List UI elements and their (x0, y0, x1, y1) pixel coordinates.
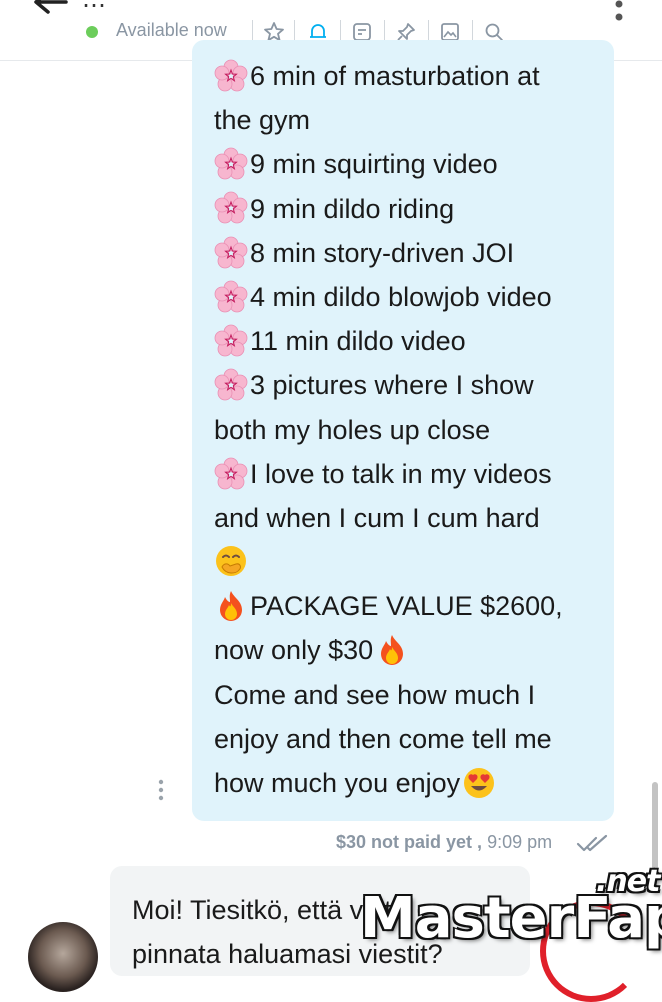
message-line: PACKAGE VALUE $2600, (214, 584, 604, 628)
message-line-text: 4 min dildo blowjob video (250, 281, 552, 312)
cherry-blossom-emoji-icon (214, 191, 248, 225)
price-status[interactable]: $30 not paid yet , (336, 832, 482, 852)
message-line: now only $30 (214, 628, 604, 672)
message-line-text: 6 min of masturbation at (250, 61, 540, 91)
message-line-text: the gym (214, 105, 311, 136)
cherry-blossom-emoji-icon (214, 457, 248, 491)
message-line-text: now only $30 (214, 635, 374, 666)
fire-emoji-icon (375, 633, 409, 667)
arrow-left-icon[interactable] (30, 0, 70, 26)
message-line-text: 11 min dildo video (250, 326, 466, 357)
hand-over-mouth-emoji-icon (214, 545, 248, 579)
message-line-text: 3 pictures where I show (250, 370, 534, 401)
message-time: 9:09 pm (487, 832, 553, 852)
message-line-text: enjoy and then come tell me (214, 723, 552, 754)
message-line: 4 min dildo blowjob video (214, 275, 604, 319)
cherry-blossom-emoji-icon (214, 147, 248, 181)
fire-emoji-icon (214, 589, 248, 623)
heart-eyes-emoji-icon (462, 766, 496, 800)
message-text: 6 min of masturbation at the gym 9 min squ… (214, 54, 604, 805)
message-meta: $30 not paid yet , 9:09 pm (336, 832, 552, 853)
cherry-blossom-emoji-icon (214, 368, 248, 402)
message-line: and when I cum I cum hard (214, 496, 604, 540)
watermark-suffix: .net (596, 864, 660, 899)
message-line: 8 min story-driven JOI (214, 231, 604, 275)
message-line-text: Come and see how much I (214, 679, 536, 710)
cherry-blossom-emoji-icon (214, 324, 248, 358)
cherry-blossom-emoji-icon (214, 280, 248, 314)
message-line: I love to talk in my videos (214, 452, 604, 496)
scrollbar[interactable] (652, 782, 658, 870)
status-text: Available now (116, 20, 227, 40)
message-line: Come and see how much I (214, 673, 604, 717)
message-line: the gym (214, 98, 604, 142)
message-line-text: I love to talk in my videos (250, 458, 552, 489)
online-status-dot (86, 26, 98, 38)
message-line: both my holes up close (214, 408, 604, 452)
cherry-blossom-emoji-icon (214, 236, 248, 270)
message-line: 6 min of masturbation at (214, 54, 604, 98)
cherry-blossom-emoji-icon (214, 59, 248, 93)
message-line: 9 min dildo riding (214, 187, 604, 231)
message-line: 3 pictures where I show (214, 363, 604, 407)
message-line: how much you enjoy (214, 761, 604, 805)
message-line: 9 min squirting video (214, 142, 604, 186)
message-line-text: both my holes up close (214, 414, 491, 445)
message-line: enjoy and then come tell me (214, 717, 604, 761)
message-line: 11 min dildo video (214, 319, 604, 363)
message-line-text: PACKAGE VALUE $2600, (250, 591, 563, 622)
message-line-text: 9 min dildo riding (250, 193, 455, 224)
avatar[interactable] (28, 922, 98, 992)
watermark: MasterFap .net (360, 864, 662, 951)
message-line-text: and when I cum I cum hard (214, 502, 540, 533)
double-check-icon (576, 834, 608, 852)
message-line-text: 8 min story-driven JOI (250, 237, 515, 268)
chat-title[interactable]: … · · (82, 0, 147, 13)
message-line (214, 540, 604, 584)
message-line-text: 9 min squirting video (250, 149, 498, 180)
message-line-text: how much you enjoy (214, 768, 461, 798)
more-vertical-icon[interactable] (614, 0, 624, 28)
message-options-icon[interactable] (156, 778, 166, 802)
